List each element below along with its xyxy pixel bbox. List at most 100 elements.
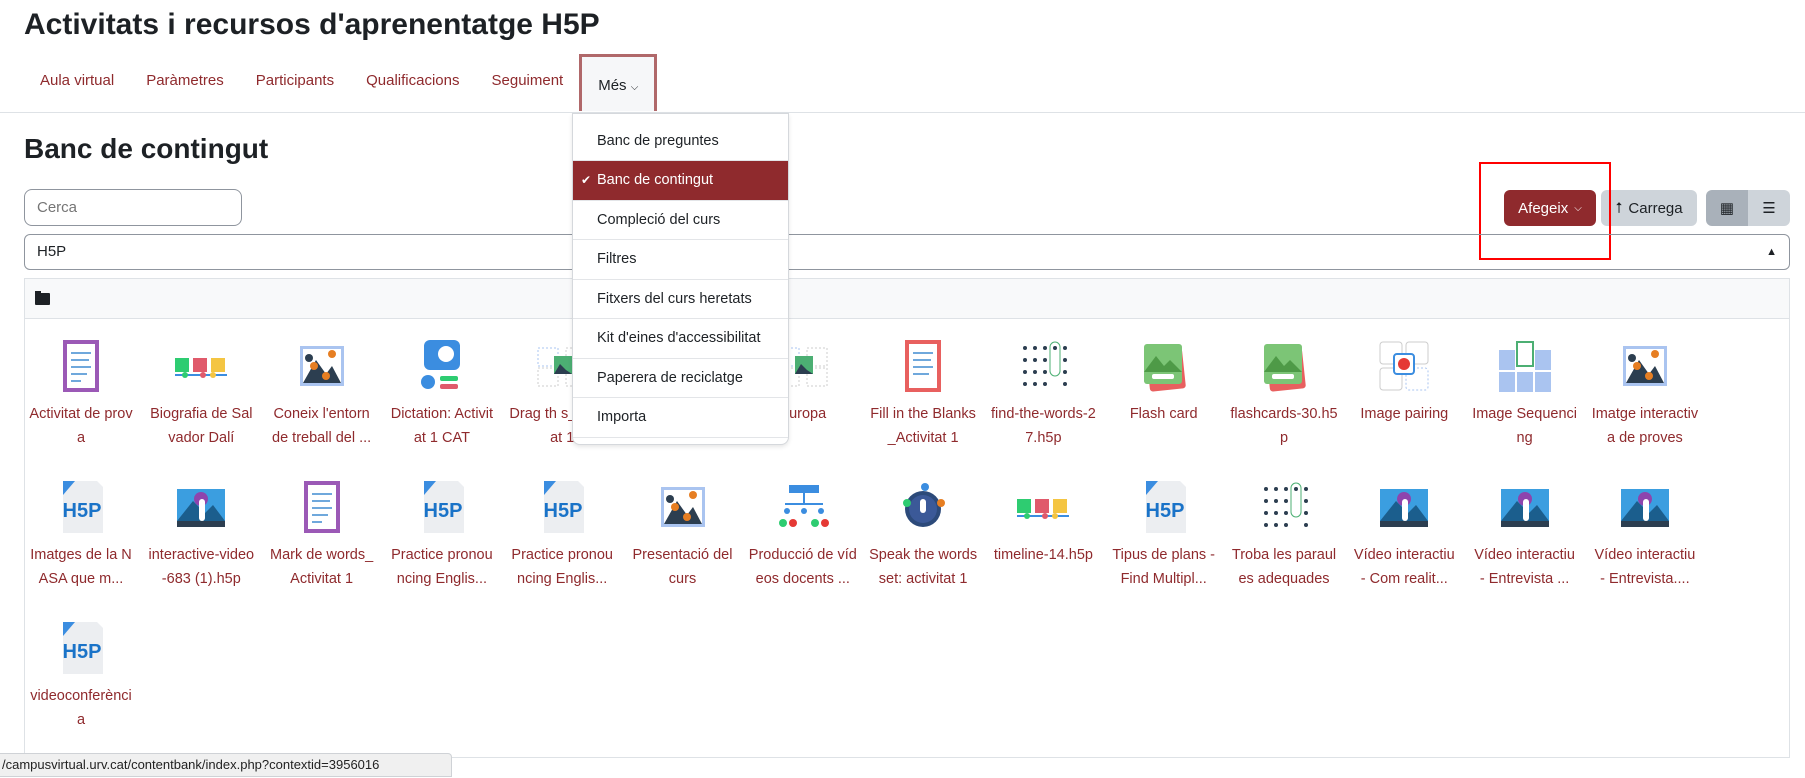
content-item-label: Practice pronouncing Englis... <box>391 547 493 587</box>
content-item[interactable]: Image Sequencing <box>1465 336 1585 450</box>
list-icon: ☰ <box>1762 200 1776 217</box>
timeline-icon <box>1017 499 1070 519</box>
content-item[interactable]: Producció de vídeos docents ... <box>743 477 863 591</box>
content-item[interactable]: timeline-14.h5p <box>983 477 1103 567</box>
tab-qualificacions[interactable]: Qualificacions <box>350 58 475 113</box>
content-item[interactable]: interactive-video-683 (1).h5p <box>141 477 261 591</box>
content-item-label: Biografia de Salvador Dalí <box>150 406 253 446</box>
content-item[interactable]: Imatge interactiva de proves <box>1585 336 1705 450</box>
list-view-button[interactable]: ☰ <box>1748 190 1790 226</box>
content-item[interactable]: H5P Practice pronouncing Englis... <box>382 477 502 591</box>
upload-label: Carrega <box>1628 199 1683 217</box>
svg-text:H5P: H5P <box>1145 500 1184 522</box>
tree-icon <box>778 485 829 527</box>
tab-parametres[interactable]: Paràmetres <box>130 58 240 113</box>
hotspot-icon <box>1622 346 1667 386</box>
content-item[interactable]: Troba les paraules adequades <box>1224 477 1344 591</box>
video-icon <box>1380 489 1429 527</box>
content-item[interactable]: Vídeo interactiu - Com realit... <box>1344 477 1464 591</box>
content-item[interactable]: Presentació del curs <box>623 477 743 591</box>
search-input[interactable] <box>24 189 242 226</box>
findwords-icon <box>1023 341 1068 386</box>
doc-purple-icon <box>303 481 340 533</box>
content-item-label: Speak the words set: activitat 1 <box>869 547 978 587</box>
menu-item-importa[interactable]: Importa <box>573 398 788 438</box>
page-title: Activitats i recursos d'aprenentatge H5P <box>24 8 600 41</box>
content-item-label: Vídeo interactiu - Com realit... <box>1353 547 1455 587</box>
content-item-label: Coneix l'entorn de treball del ... <box>272 406 372 446</box>
folder-icon[interactable] <box>35 291 50 305</box>
pairing-icon <box>1379 341 1429 391</box>
grid-view-button[interactable]: ▦ <box>1706 190 1748 226</box>
grid-icon: ▦ <box>1719 200 1735 217</box>
flashcard-icon <box>1143 344 1186 392</box>
dictation-icon <box>420 340 460 389</box>
flashcard-icon <box>1264 344 1306 392</box>
menu-item-filtres[interactable]: Filtres <box>573 240 788 280</box>
content-item[interactable]: find-the-words-27.h5p <box>983 336 1103 450</box>
hotspot-icon <box>660 487 705 527</box>
menu-item-paperera[interactable]: Paperera de reciclatge <box>573 359 788 398</box>
content-item[interactable]: Fill in the Blanks_Activitat 1 <box>863 336 983 450</box>
upload-button[interactable]: ⭡ Carrega <box>1601 190 1697 226</box>
chevron-down-icon: ⌵ <box>630 82 639 93</box>
content-item[interactable]: H5P Tipus de plans - Find Multipl... <box>1104 477 1224 591</box>
content-item-label: Mark de words_Activitat 1 <box>270 547 374 587</box>
content-item[interactable]: Flash card <box>1104 336 1224 426</box>
content-item[interactable]: H5P videoconferència <box>21 618 141 732</box>
content-type-select[interactable]: H5P ▲ <box>24 234 1790 270</box>
content-item[interactable]: H5P Practice pronouncing Englis... <box>502 477 622 591</box>
menu-item-banc-contingut[interactable]: ✔ Banc de contingut <box>573 161 788 201</box>
content-item[interactable]: Speak the words set: activitat 1 <box>863 477 983 591</box>
content-item[interactable]: Mark de words_Activitat 1 <box>262 477 382 591</box>
select-arrows-icon: ▲ <box>1766 246 1777 258</box>
content-item[interactable]: Image pairing <box>1344 336 1464 426</box>
video-icon <box>1620 489 1669 527</box>
content-item[interactable]: Activitat de prova <box>21 336 141 450</box>
menu-item-fitxers[interactable]: Fitxers del curs heretats <box>573 280 788 319</box>
timeline-icon <box>175 358 228 378</box>
video-icon <box>1500 489 1549 527</box>
content-item-label: Activitat de prova <box>29 406 133 446</box>
hotspot-icon <box>299 346 344 386</box>
more-dropdown-menu: Banc de preguntes ✔ Banc de contingut Com… <box>572 113 789 445</box>
content-item-label: Fill in the Blanks_Activitat 1 <box>870 406 976 446</box>
svg-text:H5P: H5P <box>63 500 102 522</box>
content-item[interactable]: Dictation: Activitat 1 CAT <box>382 336 502 450</box>
h5p-icon: H5P <box>63 481 103 533</box>
h5p-icon: H5P <box>63 622 103 674</box>
content-item[interactable]: Coneix l'entorn de treball del ... <box>262 336 382 450</box>
doc-purple-icon <box>63 340 99 392</box>
content-item-label: Dictation: Activitat 1 CAT <box>390 406 494 446</box>
upload-icon: ⭡ <box>1615 199 1623 217</box>
speak-icon <box>903 483 946 527</box>
tab-mes[interactable]: Més ⌵ <box>579 54 658 111</box>
content-item[interactable]: flashcards-30.h5p <box>1224 336 1344 450</box>
content-item[interactable]: Vídeo interactiu - Entrevista ... <box>1465 477 1585 591</box>
content-item[interactable]: H5P Imatges de la NASA que m... <box>21 477 141 591</box>
content-item[interactable]: Biografia de Salvador Dalí <box>141 336 261 450</box>
menu-item-label: Banc de contingut <box>597 172 714 188</box>
tab-aula-virtual[interactable]: Aula virtual <box>24 58 130 113</box>
content-item-label: Imatges de la NASA que m... <box>30 547 132 587</box>
content-item-label: Tipus de plans - Find Multipl... <box>1112 547 1215 587</box>
h5p-icon: H5P <box>1145 481 1186 533</box>
tab-seguiment[interactable]: Seguiment <box>476 58 580 113</box>
content-item-label: Image pairing <box>1360 406 1449 422</box>
content-item-label: find-the-words-27.h5p <box>991 406 1096 446</box>
doc-red-icon <box>905 340 942 392</box>
course-nav: Aula virtual Paràmetres Participants Qua… <box>24 54 658 113</box>
content-item[interactable]: Vídeo interactiu - Entrevista.... <box>1585 477 1705 591</box>
content-item-label: Vídeo interactiu - Entrevista ... <box>1474 547 1575 587</box>
menu-item-complecio[interactable]: Compleció del curs <box>573 201 788 240</box>
h5p-icon: H5P <box>423 481 464 533</box>
content-bank-panel: Activitat de prova Biografia de Salvador … <box>24 278 1790 758</box>
content-item-label: Presentació del curs <box>632 547 733 587</box>
content-item-label: Practice pronouncing Englis... <box>511 547 613 587</box>
content-item-label: flashcards-30.h5p <box>1230 406 1338 446</box>
content-item-label: Flash card <box>1129 406 1198 422</box>
menu-item-accessibilitat[interactable]: Kit d'eines d'accessibilitat <box>573 319 788 359</box>
status-bar-url: /campusvirtual.urv.cat/contentbank/index… <box>0 753 452 777</box>
menu-item-banc-preguntes[interactable]: Banc de preguntes <box>573 122 788 161</box>
tab-participants[interactable]: Participants <box>240 58 350 113</box>
